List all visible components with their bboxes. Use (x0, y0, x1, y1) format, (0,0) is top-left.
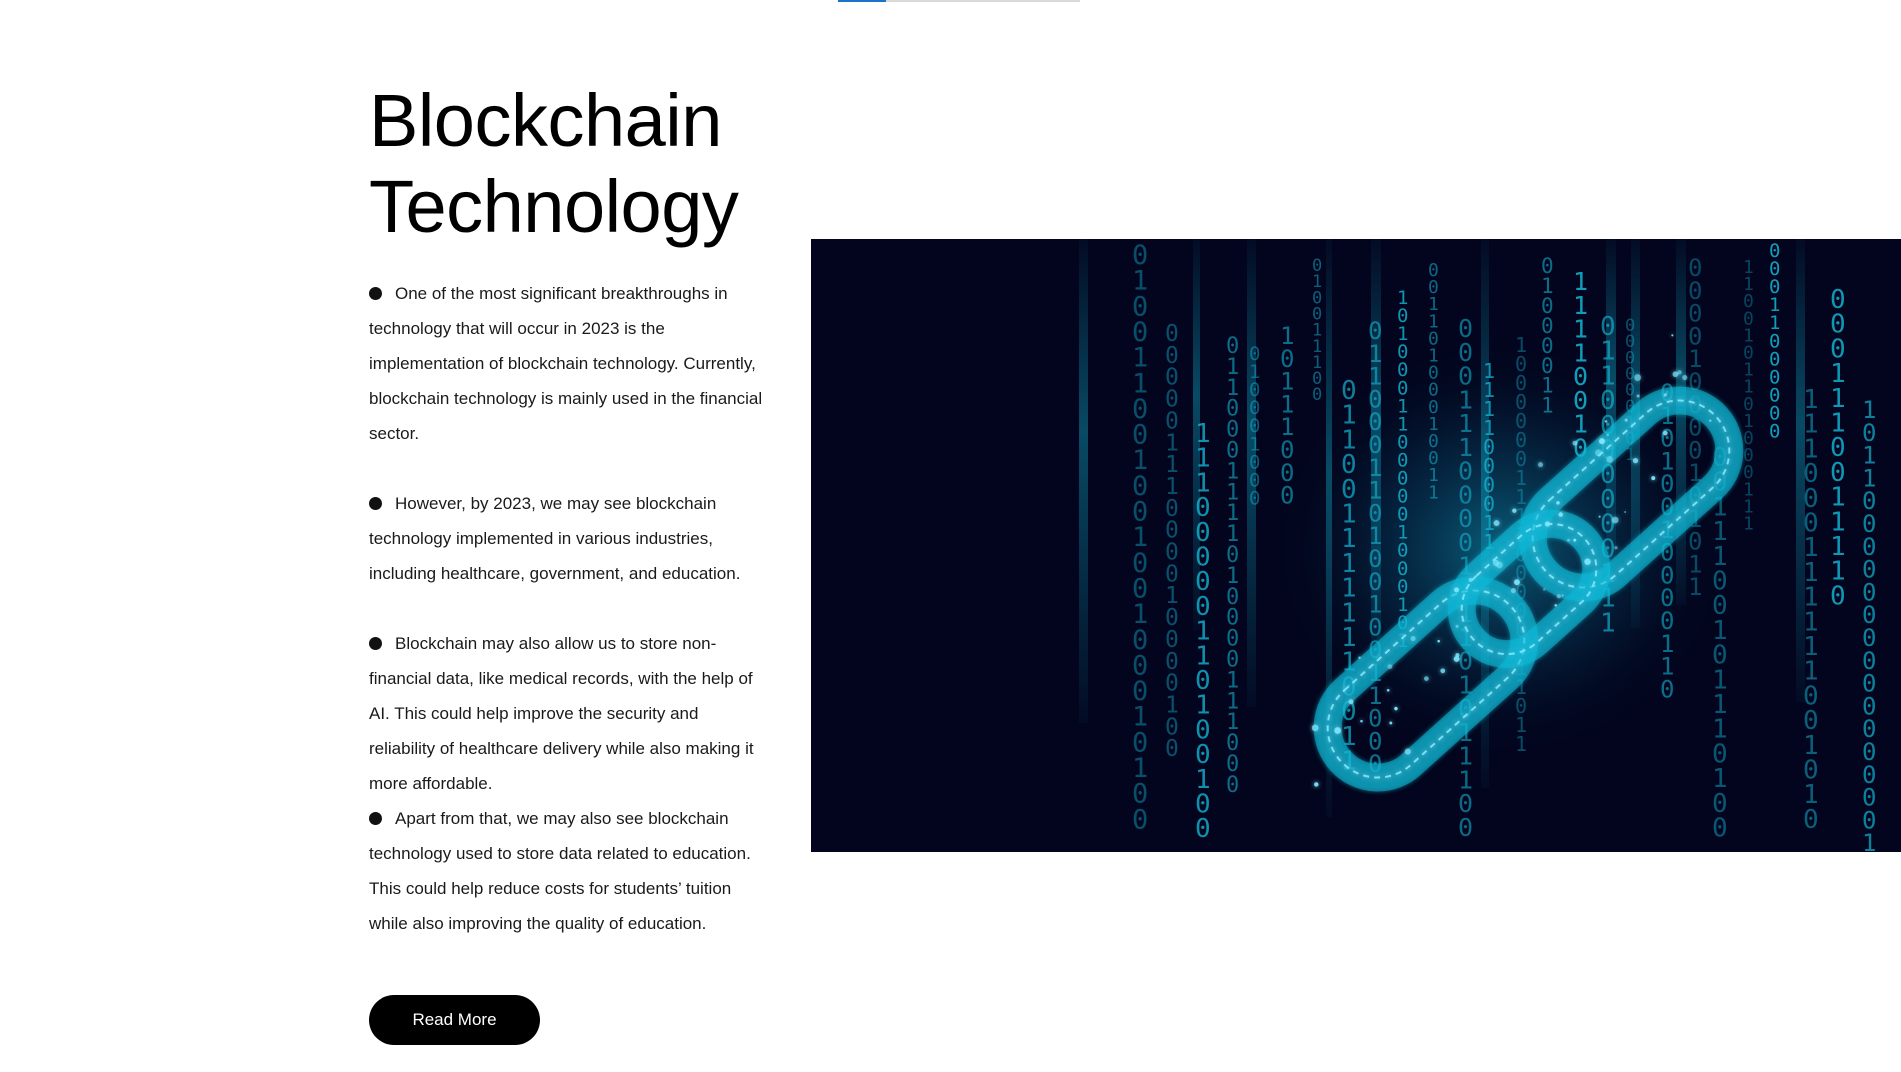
blockchain-illustration: 0100110010010010001010000000111000010000… (811, 239, 1901, 852)
list-item: Apart from that, we may also see blockch… (369, 801, 769, 941)
list-item: However, by 2023, we may see blockchain … (369, 486, 769, 591)
bullet-list: One of the most significant breakthrough… (369, 276, 769, 941)
svg-text:1: 1 (1515, 732, 1527, 756)
svg-text:0: 0 (1132, 804, 1148, 835)
bullet-dot-icon (369, 812, 382, 825)
page-title: Blockchain Technology (369, 79, 739, 248)
svg-text:0: 0 (1249, 487, 1260, 509)
svg-text:0: 0 (1226, 773, 1239, 798)
svg-text:0: 0 (1660, 675, 1674, 703)
svg-text:0: 0 (1712, 814, 1728, 844)
svg-text:0: 0 (1830, 581, 1846, 611)
list-item-text: However, by 2023, we may see blockchain … (369, 494, 741, 583)
svg-text:0: 0 (1312, 385, 1322, 405)
list-item-text: One of the most significant breakthrough… (369, 284, 763, 443)
svg-text:0: 0 (1458, 813, 1473, 842)
bullet-dot-icon (369, 287, 382, 300)
hero-image: 0100110010010010001010000000111000010000… (811, 239, 1901, 852)
svg-text:1: 1 (1541, 394, 1554, 418)
svg-text:1: 1 (1743, 514, 1754, 535)
svg-text:1: 1 (1688, 573, 1702, 601)
bullet-dot-icon (369, 497, 382, 510)
svg-text:1: 1 (1600, 608, 1616, 638)
read-more-button[interactable]: Read More (369, 995, 540, 1045)
svg-text:0: 0 (1769, 421, 1780, 443)
list-item: One of the most significant breakthrough… (369, 276, 769, 451)
svg-text:0: 0 (1165, 736, 1179, 762)
page: Blockchain Technology One of the most si… (0, 0, 1901, 1072)
bullet-dot-icon (369, 637, 382, 650)
svg-text:0: 0 (1803, 805, 1819, 835)
list-item: Blockchain may also allow us to store no… (369, 626, 769, 801)
list-item-text: Apart from that, we may also see blockch… (369, 809, 751, 933)
svg-text:0: 0 (1280, 482, 1294, 510)
list-item-text: Blockchain may also allow us to store no… (369, 634, 754, 793)
top-progress-bar (838, 0, 1080, 2)
svg-text:1: 1 (1862, 829, 1876, 852)
svg-text:0: 0 (1195, 814, 1211, 844)
content-column: Blockchain Technology One of the most si… (369, 78, 769, 1045)
top-progress-fill (838, 0, 887, 2)
svg-text:1: 1 (1428, 482, 1439, 503)
